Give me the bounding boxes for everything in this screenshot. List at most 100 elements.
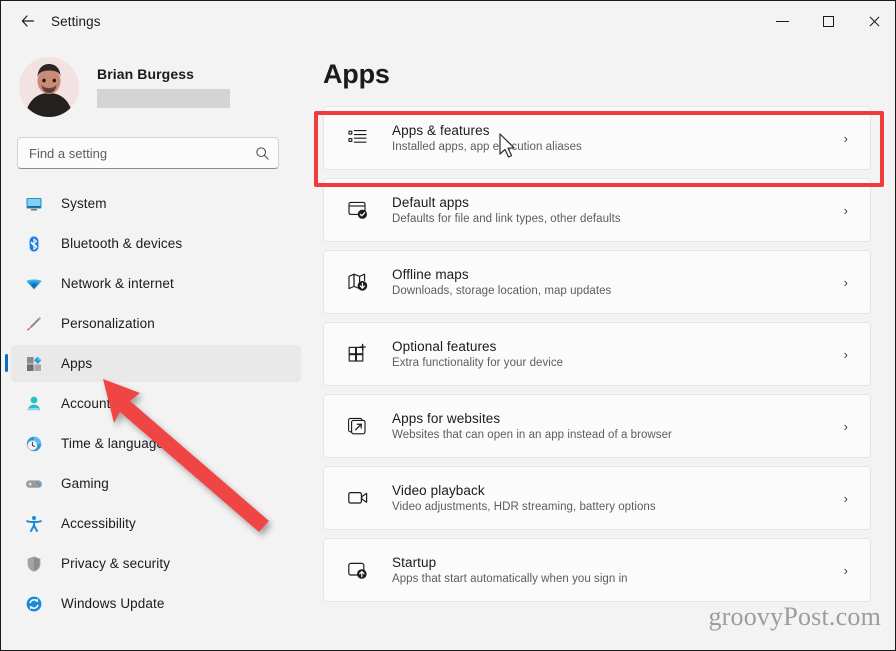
chevron-right-icon: › [843,490,848,506]
back-arrow-icon [21,15,35,27]
sidebar-item-label: Time & language [61,436,165,451]
card-default-apps[interactable]: Default apps Defaults for file and link … [323,178,871,242]
maximize-button[interactable] [805,1,851,41]
shield-icon [25,555,43,573]
main-content: Apps Apps & features Installed apps, app… [311,41,895,650]
accessibility-icon [25,515,43,533]
video-camera-icon [346,486,370,510]
card-text: Offline maps Downloads, storage location… [392,267,844,297]
card-title: Apps & features [392,123,490,138]
search-input[interactable] [17,137,279,169]
sidebar-item-label: Accounts [61,396,118,411]
page-title: Apps [323,59,390,89]
person-icon [25,395,43,413]
chevron-right-icon: › [843,202,848,218]
window-check-icon [346,198,370,222]
window-title: Settings [51,13,101,29]
sidebar-item-system[interactable]: System [11,185,301,222]
card-text: Optional features Extra functionality fo… [392,339,844,369]
sidebar-item-bluetooth-devices[interactable]: Bluetooth & devices [11,225,301,262]
sidebar-item-label: Windows Update [61,596,165,611]
sidebar-nav: System Bluetooth & devices Network & int… [1,185,311,622]
card-optional-features[interactable]: Optional features Extra functionality fo… [323,322,871,386]
maximize-icon [822,15,834,27]
card-offline-maps[interactable]: Offline maps Downloads, storage location… [323,250,871,314]
back-button[interactable] [11,6,45,36]
card-title: Offline maps [392,267,469,282]
profile-text: Brian Burgess [97,66,230,108]
profile-section[interactable]: Brian Burgess [19,57,311,117]
card-subtitle: Extra functionality for your device [392,357,564,369]
search-button[interactable] [251,142,273,164]
wifi-icon [25,275,43,293]
card-video-playback[interactable]: Video playback Video adjustments, HDR st… [323,466,871,530]
gamepad-icon [25,475,43,493]
sidebar-item-label: Bluetooth & devices [61,236,183,251]
avatar [19,57,79,117]
sidebar-item-label: Personalization [61,316,155,331]
map-download-icon [346,270,370,294]
profile-name: Brian Burgess [97,66,194,82]
card-subtitle: Installed apps, app execution aliases [392,141,582,153]
minimize-icon [775,20,789,22]
title-bar: Settings [1,1,895,41]
sidebar-item-accessibility[interactable]: Accessibility [11,505,301,542]
apps-icon [25,355,43,373]
card-apps-features[interactable]: Apps & features Installed apps, app exec… [323,106,871,170]
minimize-button[interactable] [759,1,805,41]
settings-card-list: Apps & features Installed apps, app exec… [323,106,871,602]
card-subtitle: Video adjustments, HDR streaming, batter… [392,501,656,513]
window-controls [759,1,895,41]
startup-arrow-icon [346,558,370,582]
list-bullets-icon [346,126,370,150]
card-title: Default apps [392,195,469,210]
update-icon [25,595,43,613]
chevron-right-icon: › [843,274,848,290]
card-subtitle: Downloads, storage location, map updates [392,285,612,297]
profile-email-redacted [97,89,230,108]
search-icon [255,146,269,160]
card-subtitle: Apps that start automatically when you s… [392,573,628,585]
sidebar-item-gaming[interactable]: Gaming [11,465,301,502]
chevron-right-icon: › [843,562,848,578]
card-title: Video playback [392,483,485,498]
watermark: groovyPost.com [708,602,881,631]
card-title: Apps for websites [392,411,501,426]
settings-window: Settings Brian Burgess Find a setting Sy… [0,0,896,651]
card-text: Default apps Defaults for file and link … [392,195,844,225]
sidebar: Brian Burgess Find a setting System Blue… [1,41,311,650]
external-link-icon [346,414,370,438]
clock-globe-icon [25,435,43,453]
card-title: Startup [392,555,437,570]
grid-plus-icon [346,342,370,366]
sidebar-item-label: Apps [61,356,93,371]
sidebar-item-personalization[interactable]: Personalization [11,305,301,342]
sidebar-item-label: Network & internet [61,276,174,291]
close-icon [868,15,881,28]
sidebar-item-label: Accessibility [61,516,136,531]
card-title: Optional features [392,339,497,354]
chevron-right-icon: › [843,130,848,146]
sidebar-item-label: Privacy & security [61,556,171,571]
card-text: Startup Apps that start automatically wh… [392,555,844,585]
sidebar-item-time-language[interactable]: Time & language [11,425,301,462]
close-button[interactable] [851,1,895,41]
paintbrush-icon [25,315,43,333]
sidebar-item-accounts[interactable]: Accounts [11,385,301,422]
sidebar-item-network-internet[interactable]: Network & internet [11,265,301,302]
monitor-icon [25,195,43,213]
sidebar-item-label: System [61,196,107,211]
sidebar-item-privacy-security[interactable]: Privacy & security [11,545,301,582]
card-startup[interactable]: Startup Apps that start automatically wh… [323,538,871,602]
card-apps-for-websites[interactable]: Apps for websites Websites that can open… [323,394,871,458]
card-subtitle: Defaults for file and link types, other … [392,213,621,225]
sidebar-item-label: Gaming [61,476,109,491]
search-box[interactable] [17,137,279,169]
sidebar-item-windows-update[interactable]: Windows Update [11,585,301,622]
sidebar-item-apps[interactable]: Apps [5,345,301,382]
chevron-right-icon: › [843,346,848,362]
card-text: Video playback Video adjustments, HDR st… [392,483,844,513]
card-text: Apps for websites Websites that can open… [392,411,844,441]
card-text: Apps & features Installed apps, app exec… [392,123,844,153]
card-subtitle: Websites that can open in an app instead… [392,429,672,441]
